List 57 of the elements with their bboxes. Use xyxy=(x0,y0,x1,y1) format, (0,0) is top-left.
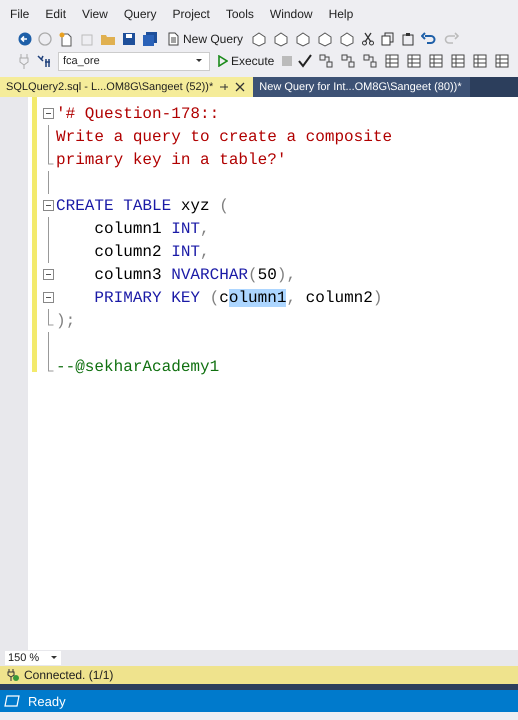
code-line: column2 INT, xyxy=(93,242,210,260)
play-icon xyxy=(218,55,228,67)
grid-icon[interactable] xyxy=(428,53,444,69)
cut-icon[interactable] xyxy=(361,32,376,46)
database-dropdown[interactable]: fca_ore xyxy=(58,52,210,70)
document-icon xyxy=(166,32,180,46)
status-text: Ready xyxy=(28,694,66,708)
back-icon[interactable] xyxy=(18,32,32,46)
execute-button[interactable]: Execute xyxy=(216,53,276,69)
grid-icon[interactable] xyxy=(450,53,466,69)
grid-icon[interactable] xyxy=(406,53,422,69)
pin-icon[interactable] xyxy=(219,82,230,92)
menu-item[interactable]: Project xyxy=(164,7,218,21)
document-tab[interactable]: New Query for Int...OM8G\Sangeet (80))* xyxy=(253,77,470,97)
code-line: column3 NVARCHAR(50), xyxy=(93,266,296,284)
grid-icon[interactable] xyxy=(384,53,400,69)
connection-status: Connected. (1/1) xyxy=(24,668,114,682)
connect-icon[interactable] xyxy=(36,53,52,69)
menu-item[interactable]: View xyxy=(74,7,116,21)
code-line: --@sekharAcademy1 xyxy=(56,358,220,376)
new-file-icon[interactable] xyxy=(58,31,74,47)
menu-item[interactable]: Help xyxy=(320,7,362,21)
menu-item[interactable]: File xyxy=(2,7,38,21)
caret-icon xyxy=(195,58,203,64)
collapse-icon[interactable] xyxy=(43,269,54,280)
caret-icon xyxy=(50,655,58,661)
code-line: CREATE TABLE xyz ( xyxy=(56,196,229,214)
copy-icon[interactable] xyxy=(381,32,396,46)
code-line: PRIMARY KEY (column1, column2) xyxy=(93,288,382,306)
status-icon xyxy=(4,695,20,707)
paste-icon[interactable] xyxy=(401,32,416,46)
grid-icon[interactable] xyxy=(472,53,488,69)
menu-item[interactable]: Edit xyxy=(37,7,74,21)
code-line: primary key in a table?' xyxy=(56,150,286,168)
plan-icon[interactable] xyxy=(362,53,378,69)
save-icon[interactable] xyxy=(122,32,136,46)
checkmark-icon[interactable] xyxy=(298,54,312,68)
code-line: Write a query to create a composite xyxy=(56,128,392,146)
collapse-icon[interactable] xyxy=(43,200,54,211)
code-line: column1 INT, xyxy=(93,220,210,238)
save-all-icon[interactable] xyxy=(142,32,158,46)
zoom-dropdown[interactable]: 150 % xyxy=(5,651,61,665)
collapse-icon[interactable] xyxy=(43,292,54,303)
plan-icon[interactable] xyxy=(340,53,356,69)
close-icon[interactable] xyxy=(235,82,246,92)
new-query-button[interactable]: New Query xyxy=(164,31,246,47)
document-tab[interactable]: SQLQuery2.sql - L...OM8G\Sangeet (52))* xyxy=(0,77,254,97)
collapse-icon[interactable] xyxy=(43,108,54,119)
connected-icon xyxy=(6,668,20,682)
code-line: '# Question-178:: xyxy=(56,104,220,122)
undo-icon[interactable] xyxy=(421,32,438,46)
grid-icon[interactable] xyxy=(494,53,510,69)
plan-icon[interactable] xyxy=(318,53,334,69)
menu-item[interactable]: Tools xyxy=(218,7,262,21)
code-line: ); xyxy=(56,312,76,330)
menu-item[interactable]: Window xyxy=(262,7,321,21)
menu-item[interactable]: Query xyxy=(116,7,165,21)
